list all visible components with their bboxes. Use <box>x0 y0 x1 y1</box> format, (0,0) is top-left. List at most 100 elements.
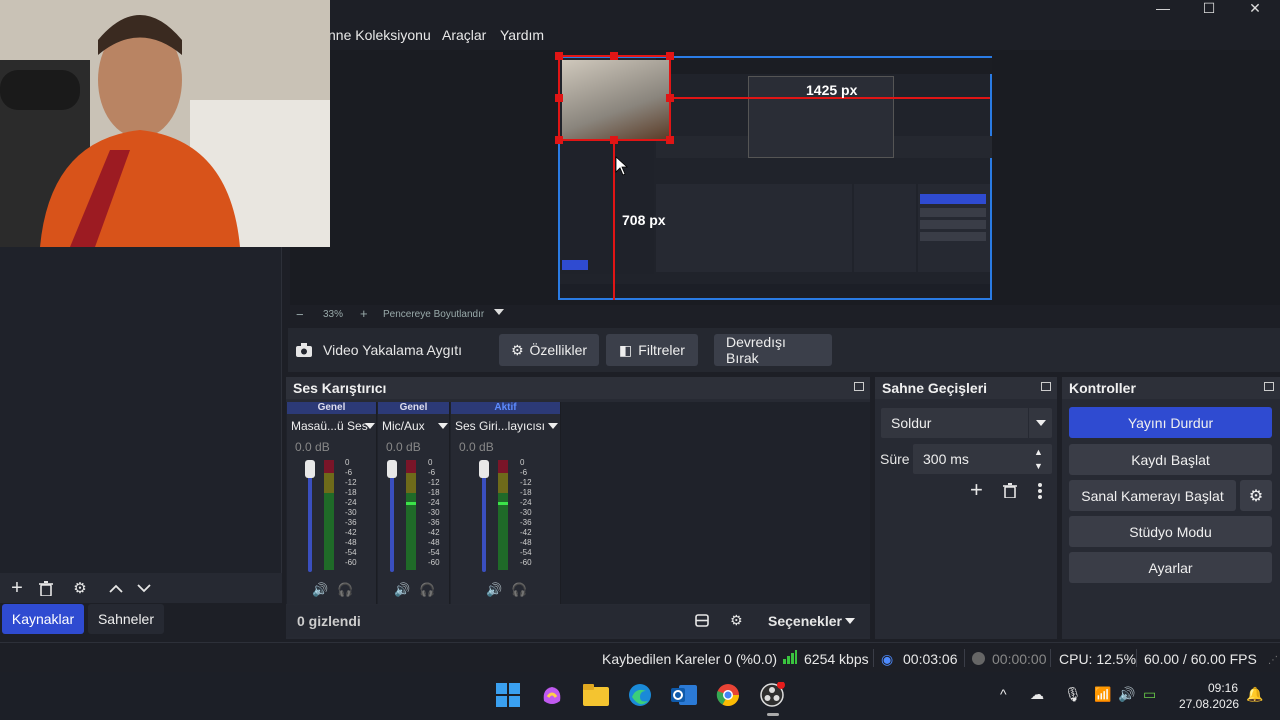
channel-db: 0.0 dB <box>459 440 494 454</box>
webcam-image <box>0 0 330 247</box>
trash-icon[interactable] <box>1003 483 1017 498</box>
disable-label: Devredışı Bırak <box>726 334 786 366</box>
volume-slider-handle[interactable] <box>387 460 397 478</box>
float-dock-icon[interactable] <box>1041 382 1051 391</box>
outlook-icon[interactable] <box>669 680 699 710</box>
volume-slider-handle[interactable] <box>305 460 315 478</box>
stream-time: 00:03:06 <box>903 651 958 667</box>
chevron-down-icon[interactable] <box>494 309 504 315</box>
duration-stepper[interactable]: 300 ms ▲ ▼ <box>913 444 1052 474</box>
mixer-footer: 0 gizlendi ⚙ Seçenekler <box>286 605 870 637</box>
gear-icon[interactable]: ⚙ <box>69 577 91 599</box>
volume-slider[interactable] <box>482 462 486 572</box>
channel-db: 0.0 dB <box>295 440 330 454</box>
controls-title-text: Kontroller <box>1069 380 1136 396</box>
disable-button[interactable]: Devredışı Bırak <box>714 334 832 366</box>
stop-stream-button[interactable]: Yayını Durdur <box>1069 407 1272 438</box>
studio-mode-button[interactable]: Stüdyo Modu <box>1069 516 1272 547</box>
level-meter <box>406 460 416 570</box>
settings-button[interactable]: Ayarlar <box>1069 552 1272 583</box>
volume-slider[interactable] <box>308 462 312 572</box>
meter-scale: 0 -6 -12 -18 -24 -30 -36 -42 -48 -54 -60 <box>345 458 357 567</box>
resize-grip[interactable]: ⋰ <box>1268 655 1278 666</box>
zoom-in-button[interactable]: + <box>360 306 368 321</box>
start-recording-button[interactable]: Kaydı Başlat <box>1069 444 1272 475</box>
layout-icon[interactable] <box>695 614 709 627</box>
add-source-button[interactable]: + <box>6 577 28 599</box>
status-bar: Kaybedilen Kareler 0 (%0.0) 6254 kbps ◉ … <box>0 642 1280 672</box>
notification-icon[interactable]: 🔔 <box>1246 686 1263 703</box>
headphones-icon[interactable]: 🎧 <box>337 582 353 598</box>
speaker-icon[interactable]: 🔊 <box>394 582 410 598</box>
chevron-down-icon[interactable] <box>365 423 375 429</box>
fit-to-window-button[interactable]: Pencereye Boyutlandır <box>383 309 484 320</box>
float-dock-icon[interactable] <box>1264 382 1274 391</box>
more-options-icon[interactable] <box>1037 483 1043 499</box>
volume-icon[interactable]: 🔊 <box>1118 686 1135 703</box>
level-indicator <box>498 502 508 505</box>
chevron-down-icon[interactable] <box>845 618 855 624</box>
channel-header: Genel <box>287 402 376 414</box>
copilot-icon[interactable] <box>537 680 567 710</box>
file-explorer-icon[interactable] <box>581 680 611 710</box>
zoom-out-button[interactable]: − <box>296 307 304 322</box>
transitions-title-text: Sahne Geçişleri <box>882 380 988 396</box>
advanced-audio-gear-icon[interactable]: ⚙ <box>730 612 743 629</box>
clock-date[interactable]: 27.08.2026 <box>1179 697 1239 711</box>
trash-icon[interactable] <box>35 577 57 599</box>
start-virtual-camera-button[interactable]: Sanal Kamerayı Başlat <box>1069 480 1236 511</box>
hidden-count: 0 gizlendi <box>297 613 361 629</box>
chrome-icon[interactable] <box>713 680 743 710</box>
headphones-icon[interactable]: 🎧 <box>511 582 527 598</box>
windows-start-icon[interactable] <box>493 680 523 710</box>
add-transition-button[interactable]: + <box>970 479 983 501</box>
mixer-title: Ses Karıştırıcı <box>286 377 870 399</box>
filter-icon: ◧ <box>619 341 633 358</box>
channel-header: Genel <box>378 402 449 414</box>
mixer-title-text: Ses Karıştırıcı <box>293 380 387 396</box>
tray-overflow-chevron-up-icon[interactable]: ^ <box>1000 686 1007 702</box>
zoom-level: 33% <box>323 309 344 320</box>
tab-sources[interactable]: Kaynaklar <box>2 604 84 634</box>
microphone-icon[interactable]: 🎙 <box>1064 686 1082 703</box>
wifi-icon[interactable]: 📶 <box>1094 686 1111 703</box>
mixer-options-button[interactable]: Seçenekler <box>768 613 842 629</box>
properties-button[interactable]: ⚙ Özellikler <box>499 334 599 366</box>
meter-scale: 0 -6 -12 -18 -24 -30 -36 -42 -48 -54 -60 <box>428 458 440 567</box>
controls-title: Kontroller <box>1062 377 1280 399</box>
chevron-down-icon[interactable]: ▼ <box>1034 461 1043 471</box>
channel-name[interactable]: Mic/Aux <box>382 419 425 433</box>
volume-slider-handle[interactable] <box>479 460 489 478</box>
sources-list[interactable] <box>0 247 282 603</box>
chevron-down-icon[interactable] <box>548 423 558 429</box>
obs-icon[interactable] <box>757 680 787 710</box>
mixer-channel-desktop: Genel Masaü...ü Ses 0.0 dB 0 -6 -12 -18 -24-… <box>287 402 377 604</box>
chevron-down-icon[interactable] <box>438 423 448 429</box>
headphones-icon[interactable]: 🎧 <box>419 582 435 598</box>
active-app-indicator <box>767 713 779 716</box>
virtual-camera-settings-gear-icon[interactable]: ⚙ <box>1240 480 1272 511</box>
chevron-down-icon[interactable] <box>133 577 155 599</box>
chevron-up-icon[interactable] <box>105 577 127 599</box>
mixer-channel-mic: Genel Mic/Aux 0.0 dB 0 -6 -12 -18 -24 -30 -36-… <box>378 402 450 604</box>
edge-icon[interactable] <box>625 680 655 710</box>
chevron-up-icon[interactable]: ▲ <box>1034 447 1043 457</box>
gear-icon: ⚙ <box>510 341 524 358</box>
tab-scenes[interactable]: Sahneler <box>88 604 164 634</box>
filters-label: Filtreler <box>638 342 685 358</box>
filters-button[interactable]: ◧ Filtreler <box>606 334 698 366</box>
transition-select[interactable]: Soldur <box>881 408 1052 438</box>
transitions-title: Sahne Geçişleri <box>875 377 1057 399</box>
onedrive-icon[interactable]: ☁ <box>1030 686 1044 703</box>
zoom-bar: − 33% + Pencereye Boyutlandır <box>290 305 1280 325</box>
speaker-icon[interactable]: 🔊 <box>486 582 502 598</box>
battery-icon[interactable]: ▭ <box>1143 686 1156 703</box>
channel-name[interactable]: Ses Giri...layıcısı <box>455 419 545 433</box>
stream-live-icon: ◉ <box>881 651 894 667</box>
float-dock-icon[interactable] <box>854 382 864 391</box>
channel-name[interactable]: Masaü...ü Ses <box>291 419 368 433</box>
speaker-icon[interactable]: 🔊 <box>312 582 328 598</box>
clock-time[interactable]: 09:16 <box>1208 681 1238 695</box>
volume-slider[interactable] <box>390 462 394 572</box>
width-guide-label: 1425 px <box>806 82 858 98</box>
